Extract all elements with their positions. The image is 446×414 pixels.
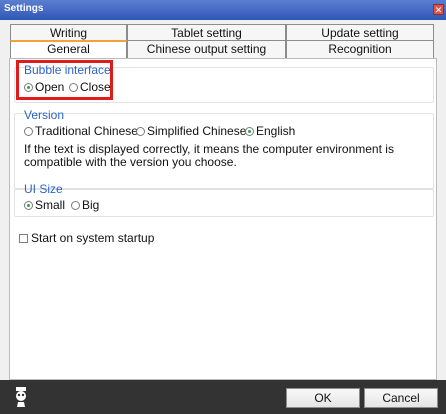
tab-general[interactable]: General — [10, 40, 127, 58]
title-bar[interactable]: Settings ✕ — [0, 0, 446, 20]
radio-icon[interactable] — [24, 127, 33, 136]
tab-update-setting[interactable]: Update setting — [286, 24, 434, 40]
footer-bar: OK Cancel — [0, 380, 446, 414]
radio-icon[interactable] — [71, 201, 80, 210]
ok-button[interactable]: OK — [286, 388, 360, 408]
window-title: Settings — [4, 3, 44, 14]
tab-strip: Writing Tablet setting Update setting Ge… — [8, 24, 438, 58]
tab-chinese-output-setting[interactable]: Chinese output setting — [127, 40, 286, 58]
highlight-box — [16, 60, 113, 100]
ui-size-small-option[interactable]: Small — [24, 198, 65, 212]
version-english-label: English — [256, 124, 296, 138]
version-description: If the text is displayed correctly, it m… — [24, 142, 394, 169]
radio-icon[interactable] — [136, 127, 145, 136]
radio-selected-icon[interactable] — [24, 201, 33, 210]
tab-writing[interactable]: Writing — [10, 24, 127, 40]
tab-tablet-setting[interactable]: Tablet setting — [127, 24, 286, 40]
settings-window: Settings ✕ Writing Tablet setting Update… — [0, 0, 446, 414]
startup-checkbox-row[interactable]: Start on system startup — [19, 231, 154, 245]
version-simplified-label: Simplified Chinese — [147, 124, 247, 138]
ui-size-title: UI Size — [24, 182, 63, 196]
version-traditional-option[interactable]: Traditional Chinese — [24, 124, 138, 138]
checkbox-icon[interactable] — [19, 234, 28, 243]
radio-selected-icon[interactable] — [245, 127, 254, 136]
ui-size-small-label: Small — [35, 198, 66, 212]
version-title: Version — [24, 108, 65, 122]
ui-size-big-option[interactable]: Big — [71, 198, 99, 212]
close-button[interactable]: ✕ — [433, 4, 444, 15]
version-simplified-option[interactable]: Simplified Chinese — [136, 124, 246, 138]
startup-label: Start on system startup — [31, 231, 155, 245]
version-traditional-label: Traditional Chinese — [35, 124, 138, 138]
app-logo-icon — [16, 387, 26, 407]
version-english-option[interactable]: English — [245, 124, 295, 138]
ui-size-big-label: Big — [82, 198, 100, 212]
tab-recognition[interactable]: Recognition — [286, 40, 434, 58]
general-panel — [9, 58, 437, 380]
cancel-button[interactable]: Cancel — [364, 388, 438, 408]
